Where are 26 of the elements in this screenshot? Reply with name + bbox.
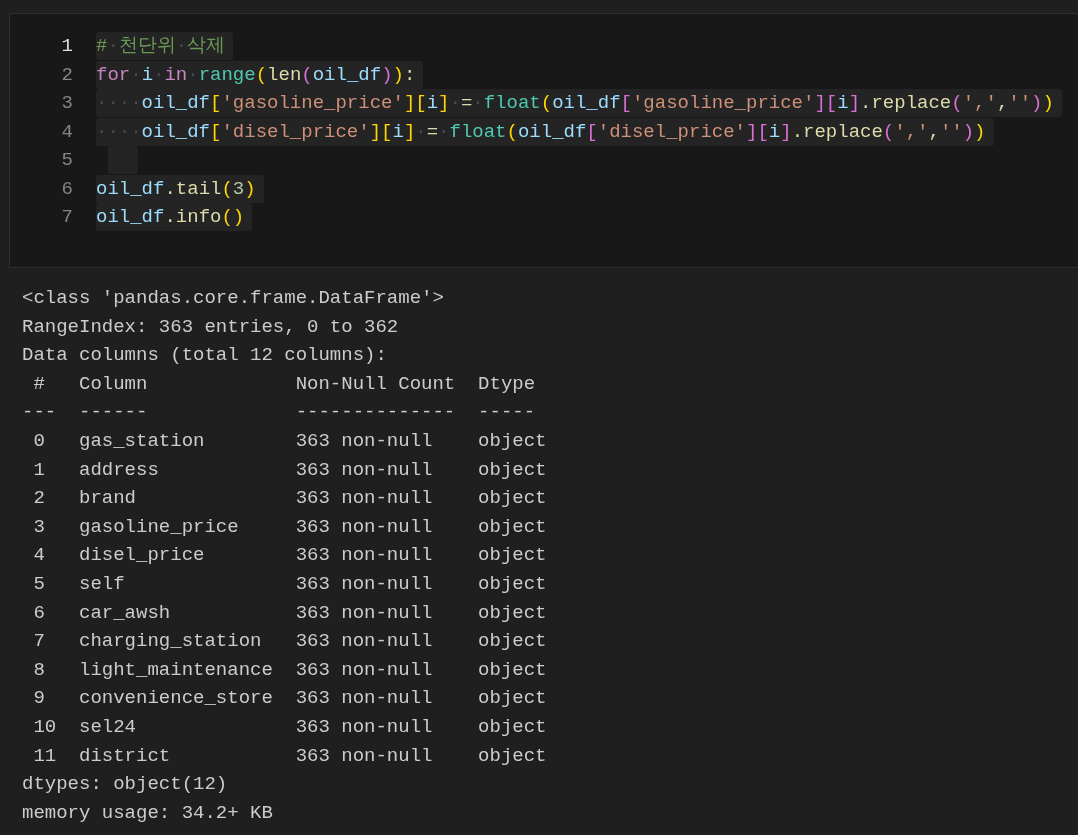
output-line: --- ------ -------------- ----- bbox=[22, 400, 537, 426]
output-line: RangeIndex: 363 entries, 0 to 362 bbox=[22, 314, 400, 340]
output-line: memory usage: 34.2+ KB bbox=[22, 800, 274, 826]
output-line: 3 gasoline_price 363 non-null object bbox=[32, 514, 548, 540]
output-line: 7 charging_station 363 non-null object bbox=[32, 629, 548, 655]
output-line: 11 district 363 non-null object bbox=[32, 743, 548, 769]
output-line: 0 gas_station 363 non-null object bbox=[32, 428, 548, 454]
line-number: 1 bbox=[60, 35, 73, 58]
output-line: # Column Non-Null Count Dtype bbox=[32, 371, 537, 397]
output-line: 5 self 363 non-null object bbox=[32, 571, 548, 597]
output-line: 9 convenience_store 363 non-null object bbox=[32, 686, 548, 712]
line-number: 4 bbox=[60, 120, 73, 143]
output-line: dtypes: object(12) bbox=[22, 772, 229, 798]
line-number: 5 bbox=[60, 149, 73, 172]
output-line: Data columns (total 12 columns): bbox=[22, 343, 388, 369]
line-number: 3 bbox=[60, 92, 73, 115]
line-number: 6 bbox=[60, 177, 73, 200]
output-line: 10 sel24 363 non-null object bbox=[32, 714, 548, 740]
line-number: 7 bbox=[60, 206, 73, 229]
output-line: 1 address 363 non-null object bbox=[32, 457, 548, 483]
output-line: <class 'pandas.core.frame.DataFrame'> bbox=[22, 286, 445, 311]
output-line: 6 car_awsh 363 non-null object bbox=[32, 600, 548, 626]
line-number: 2 bbox=[60, 63, 73, 86]
output-line: 8 light_maintenance 363 non-null object bbox=[32, 657, 548, 683]
output-line: 4 disel_price 363 non-null object bbox=[32, 543, 548, 569]
output-line: 2 brand 363 non-null object bbox=[32, 486, 548, 512]
